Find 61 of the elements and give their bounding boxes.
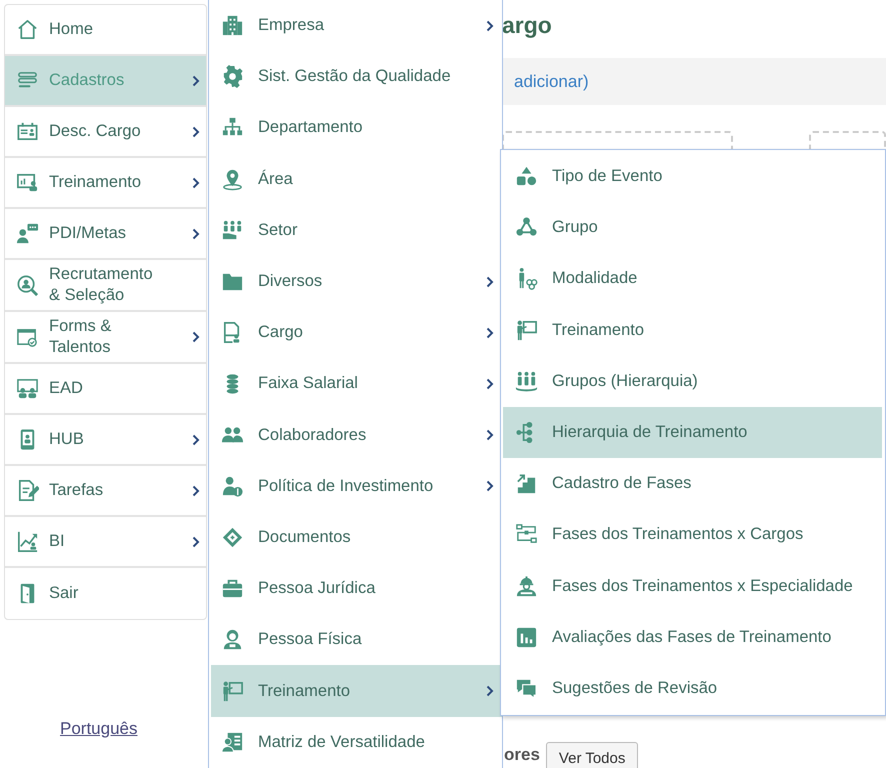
menu-item[interactable]: Matriz de Versatilidade [211, 716, 502, 768]
trend-chart-icon [16, 530, 39, 553]
worker-icon [515, 574, 538, 598]
sidebar-item[interactable]: EAD [5, 364, 206, 415]
menu-item[interactable]: Empresa [211, 0, 502, 52]
menu-item[interactable]: Departamento [211, 102, 502, 154]
menu-item[interactable]: Hierarquia de Treinamento [503, 406, 882, 458]
menu-item[interactable]: Avaliações das Fases de Treinamento [503, 612, 882, 663]
menu-item[interactable]: Pessoa Jurídica [211, 563, 502, 614]
trainer-icon [515, 318, 538, 342]
person-money-icon [221, 474, 244, 498]
sidebar-item[interactable]: HUB [5, 415, 206, 466]
menu-item[interactable]: Treinamento [211, 665, 502, 717]
menu-item[interactable]: Grupo [503, 202, 882, 254]
team-icon [221, 218, 244, 242]
menu-item[interactable]: Sist. Gestão da Qualidade [211, 51, 502, 102]
person-chat-icon [16, 222, 39, 245]
sidebar-item[interactable]: Tarefas [5, 466, 206, 517]
menu-item[interactable]: Política de Investimento [211, 460, 502, 512]
page-title: argo [502, 11, 553, 40]
add-link[interactable]: adicionar) [514, 72, 589, 92]
menu-item[interactable]: Diversos [211, 256, 502, 308]
matrix-person-icon [221, 730, 244, 754]
menu-item[interactable]: Modalidade [503, 253, 882, 305]
section-label: ores [504, 745, 540, 765]
edit-document-icon [16, 479, 39, 502]
menu-item[interactable]: Cadastro de Fases [503, 458, 882, 510]
location-pin-icon [221, 168, 244, 191]
classroom-icon [16, 377, 39, 400]
sidebar-item[interactable]: Treinamento [5, 158, 206, 209]
menu-item[interactable]: Setor [211, 204, 502, 256]
menu-item[interactable]: Grupos (Hierarquia) [503, 356, 882, 407]
sidebar-item[interactable]: Sair [5, 568, 206, 619]
trainer-icon [221, 680, 244, 703]
view-all-button[interactable]: Ver Todos [546, 742, 638, 768]
menu-item[interactable]: Pessoa Física [211, 614, 502, 666]
person-search-icon [16, 274, 39, 296]
menu-item[interactable]: Tipo de Evento [503, 151, 882, 202]
sidebar-item[interactable]: Desc. Cargo [5, 107, 206, 158]
menu-item[interactable]: Fases dos Treinamentos x Cargos [503, 509, 882, 560]
menu-item[interactable]: Documentos [211, 512, 502, 564]
menu-item[interactable]: Fases dos Treinamentos x Especialidade [503, 560, 882, 612]
building-icon [221, 14, 244, 38]
menu-item[interactable]: Treinamento [503, 304, 882, 356]
stairs-icon [515, 472, 538, 496]
menu-item[interactable]: Área [211, 154, 502, 205]
sidebar-item[interactable]: BI [5, 517, 206, 568]
home-icon [16, 18, 39, 41]
menu-item[interactable]: Sugestões de Revisão [503, 662, 882, 714]
menu-item[interactable]: Faixa Salarial [211, 358, 502, 410]
presentation-icon [16, 171, 39, 194]
menu-item[interactable]: Cargo [211, 307, 502, 358]
bar-chart-icon [515, 626, 538, 649]
people-icon [515, 370, 538, 393]
sidebar-item[interactable]: Recrutamento & Seleção [5, 260, 206, 312]
menu-item[interactable]: Colaboradores [211, 410, 502, 461]
language-link[interactable]: Português [60, 719, 138, 739]
sidebar-item[interactable]: Forms & Talentos [5, 312, 206, 364]
id-card-icon [16, 120, 39, 143]
settings-icon [221, 65, 244, 88]
sidebar-item[interactable]: PDI/Metas [5, 209, 206, 260]
